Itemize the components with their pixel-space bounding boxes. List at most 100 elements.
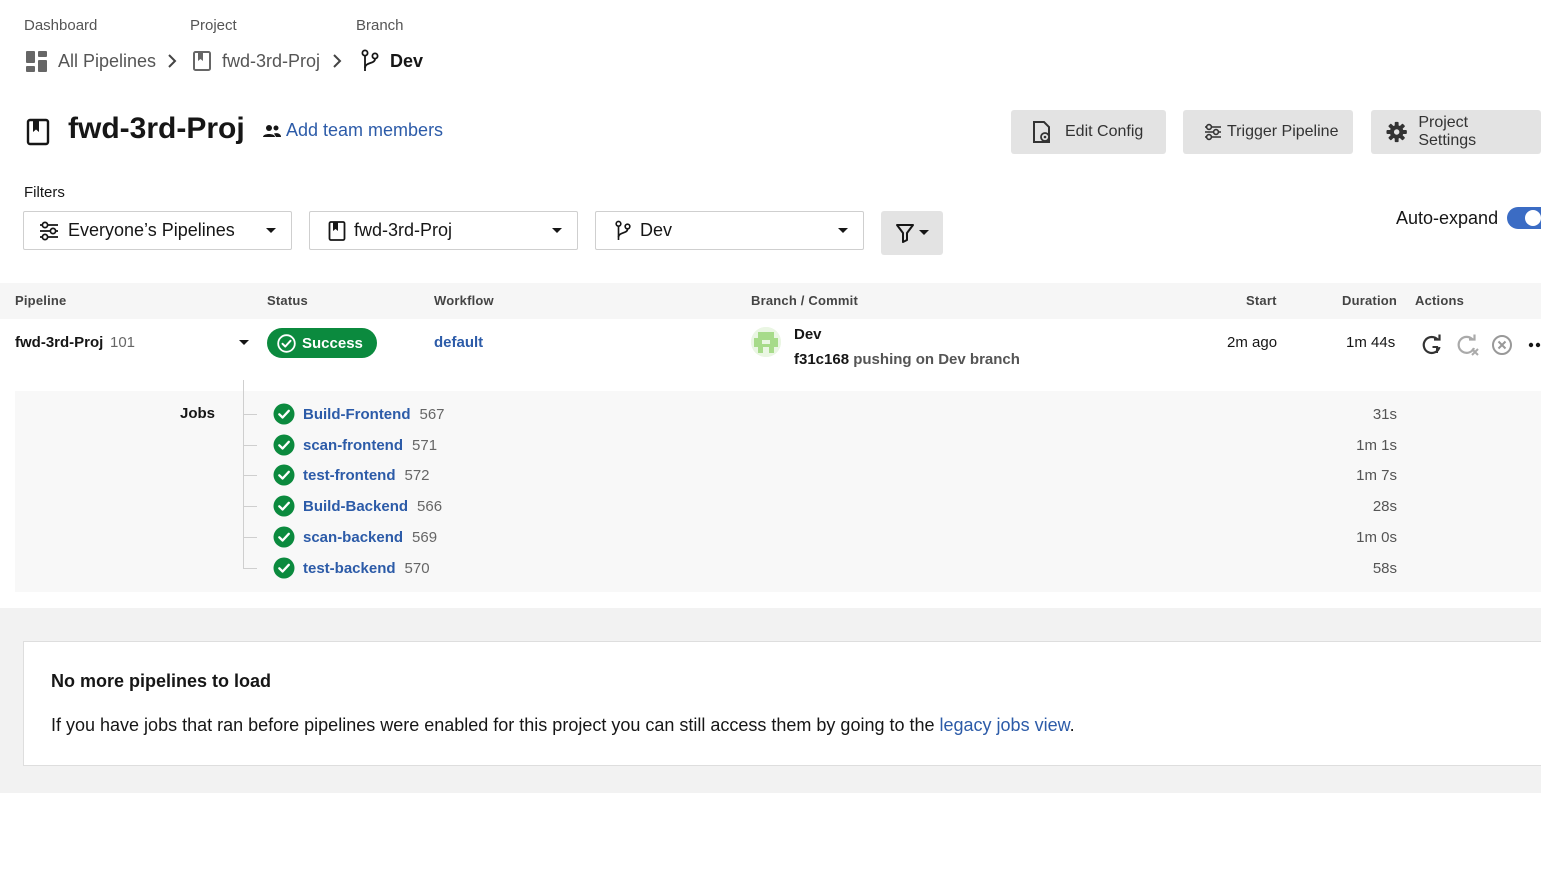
job-name-link[interactable]: Build-Backend	[303, 498, 408, 515]
avatar	[751, 327, 781, 357]
tree-branch	[243, 536, 257, 538]
breadcrumb-label-branch: Branch	[356, 17, 404, 34]
project-bookmark-icon	[193, 51, 211, 71]
column-header-duration: Duration	[1342, 293, 1398, 308]
job-name-link[interactable]: Build-Frontend	[303, 406, 410, 423]
add-team-members-link[interactable]: Add team members	[262, 120, 443, 141]
chevron-right-icon	[333, 54, 342, 68]
check-circle-icon	[273, 526, 295, 548]
job-name-link[interactable]: test-frontend	[303, 467, 396, 484]
breadcrumb-project-label: fwd-3rd-Proj	[222, 50, 321, 71]
job-row[interactable]: scan-backend 569 1m 0s	[243, 524, 1403, 550]
filters-label: Filters	[24, 184, 65, 201]
column-header-pipeline: Pipeline	[15, 293, 67, 308]
branch-icon	[361, 49, 379, 71]
commit-info[interactable]: f31c168 pushing on Dev branch	[794, 351, 1020, 368]
job-duration: 58s	[1372, 559, 1397, 577]
breadcrumb-label-dashboard: Dashboard	[24, 17, 98, 34]
tree-branch	[243, 474, 257, 476]
job-row[interactable]: test-frontend 572 1m 7s	[243, 462, 1403, 488]
branch-filter-select[interactable]: Dev	[595, 211, 864, 250]
caret-down-icon	[552, 227, 562, 233]
job-name-link[interactable]: scan-backend	[303, 529, 403, 546]
breadcrumb-all-pipelines[interactable]: All Pipelines	[25, 49, 156, 73]
pipeline-sliders-icon	[40, 221, 58, 240]
job-duration: 28s	[1372, 497, 1397, 515]
check-circle-icon	[273, 495, 295, 517]
job-duration: 1m 1s	[1356, 436, 1397, 454]
workflow-link[interactable]: default	[434, 334, 483, 351]
gear-icon	[1386, 121, 1407, 143]
rerun-failed-icon[interactable]	[1457, 334, 1481, 356]
pipeline-duration: 1m 44s	[1346, 334, 1396, 351]
job-row[interactable]: scan-frontend 571 1m 1s	[243, 432, 1403, 458]
check-circle-icon	[273, 464, 295, 486]
column-header-start: Start	[1246, 293, 1277, 308]
job-number: 572	[404, 466, 430, 484]
legacy-jobs-text-end: .	[1069, 715, 1075, 735]
job-row[interactable]: Build-Backend 566 28s	[243, 493, 1403, 519]
tree-branch	[243, 413, 257, 415]
pipelines-filter-select[interactable]: Everyone’s Pipelines	[23, 211, 292, 250]
auto-expand-label: Auto-expand	[1396, 208, 1499, 228]
breadcrumb-all-pipelines-label: All Pipelines	[58, 50, 157, 71]
jobs-label: Jobs	[180, 405, 216, 422]
job-name-link[interactable]: test-backend	[303, 560, 396, 577]
legacy-jobs-view-link[interactable]: legacy jobs view	[940, 715, 1070, 735]
status-badge[interactable]: Success	[267, 328, 377, 358]
job-row[interactable]: test-backend 570 58s	[243, 555, 1403, 581]
job-row[interactable]: Build-Frontend 567 31s	[243, 401, 1403, 427]
file-gear-icon	[1033, 121, 1050, 143]
job-name-link[interactable]: scan-frontend	[303, 437, 403, 454]
job-number: 567	[419, 405, 445, 423]
toggle-knob	[1525, 210, 1541, 226]
people-icon	[263, 124, 281, 137]
status-label: Success	[302, 334, 363, 352]
branch-icon	[615, 220, 631, 240]
commit-message: pushing on Dev branch	[853, 351, 1020, 368]
breadcrumb-branch-label: Dev	[390, 50, 424, 71]
job-number: 566	[417, 497, 443, 515]
edit-config-label: Edit Config	[1065, 123, 1144, 140]
column-header-actions: Actions	[1415, 293, 1465, 308]
pipelines-filter-value: Everyone’s Pipelines	[68, 220, 235, 240]
branch-filter-value: Dev	[640, 220, 673, 240]
auto-expand-toggle[interactable]	[1507, 207, 1541, 229]
project-settings-button[interactable]: Project Settings	[1371, 110, 1541, 154]
tree-branch	[243, 444, 257, 446]
more-options-icon[interactable]	[1528, 342, 1541, 348]
no-more-pipelines-title: No more pipelines to load	[51, 671, 272, 691]
advanced-filter-button[interactable]	[881, 211, 943, 255]
edit-config-button[interactable]: Edit Config	[1011, 110, 1166, 154]
add-team-members-label: Add team members	[286, 120, 444, 140]
commit-sha: f31c168	[794, 351, 850, 368]
project-filter-select[interactable]: fwd-3rd-Proj	[309, 211, 578, 250]
job-number: 569	[412, 528, 438, 546]
breadcrumb-branch[interactable]: Dev	[360, 49, 423, 73]
caret-down-icon	[919, 230, 929, 235]
funnel-icon	[896, 224, 914, 243]
pipeline-number: 101	[110, 334, 136, 351]
check-circle-icon	[273, 557, 295, 579]
job-number: 571	[412, 436, 438, 454]
rerun-icon[interactable]	[1421, 334, 1443, 356]
tree-branch	[243, 567, 257, 569]
caret-down-icon	[838, 227, 848, 233]
project-filter-value: fwd-3rd-Proj	[354, 220, 453, 240]
job-duration: 1m 7s	[1356, 466, 1397, 484]
project-settings-label: Project Settings	[1418, 114, 1477, 149]
job-duration: 31s	[1372, 405, 1397, 423]
expand-caret-down-icon[interactable]	[238, 339, 250, 347]
page-title: fwd-3rd-Proj	[68, 112, 245, 145]
tree-branch	[243, 505, 257, 507]
job-duration: 1m 0s	[1356, 528, 1397, 546]
cancel-icon[interactable]	[1491, 334, 1513, 356]
chevron-right-icon	[168, 54, 177, 68]
breadcrumb-project[interactable]: fwd-3rd-Proj	[192, 49, 320, 73]
check-circle-icon	[277, 333, 296, 353]
caret-down-icon	[266, 227, 276, 233]
pipeline-name-link[interactable]: fwd-3rd-Proj	[15, 334, 103, 351]
column-header-status: Status	[267, 293, 308, 308]
column-header-workflow: Workflow	[434, 293, 494, 308]
trigger-pipeline-button[interactable]: Trigger Pipeline	[1183, 110, 1353, 154]
